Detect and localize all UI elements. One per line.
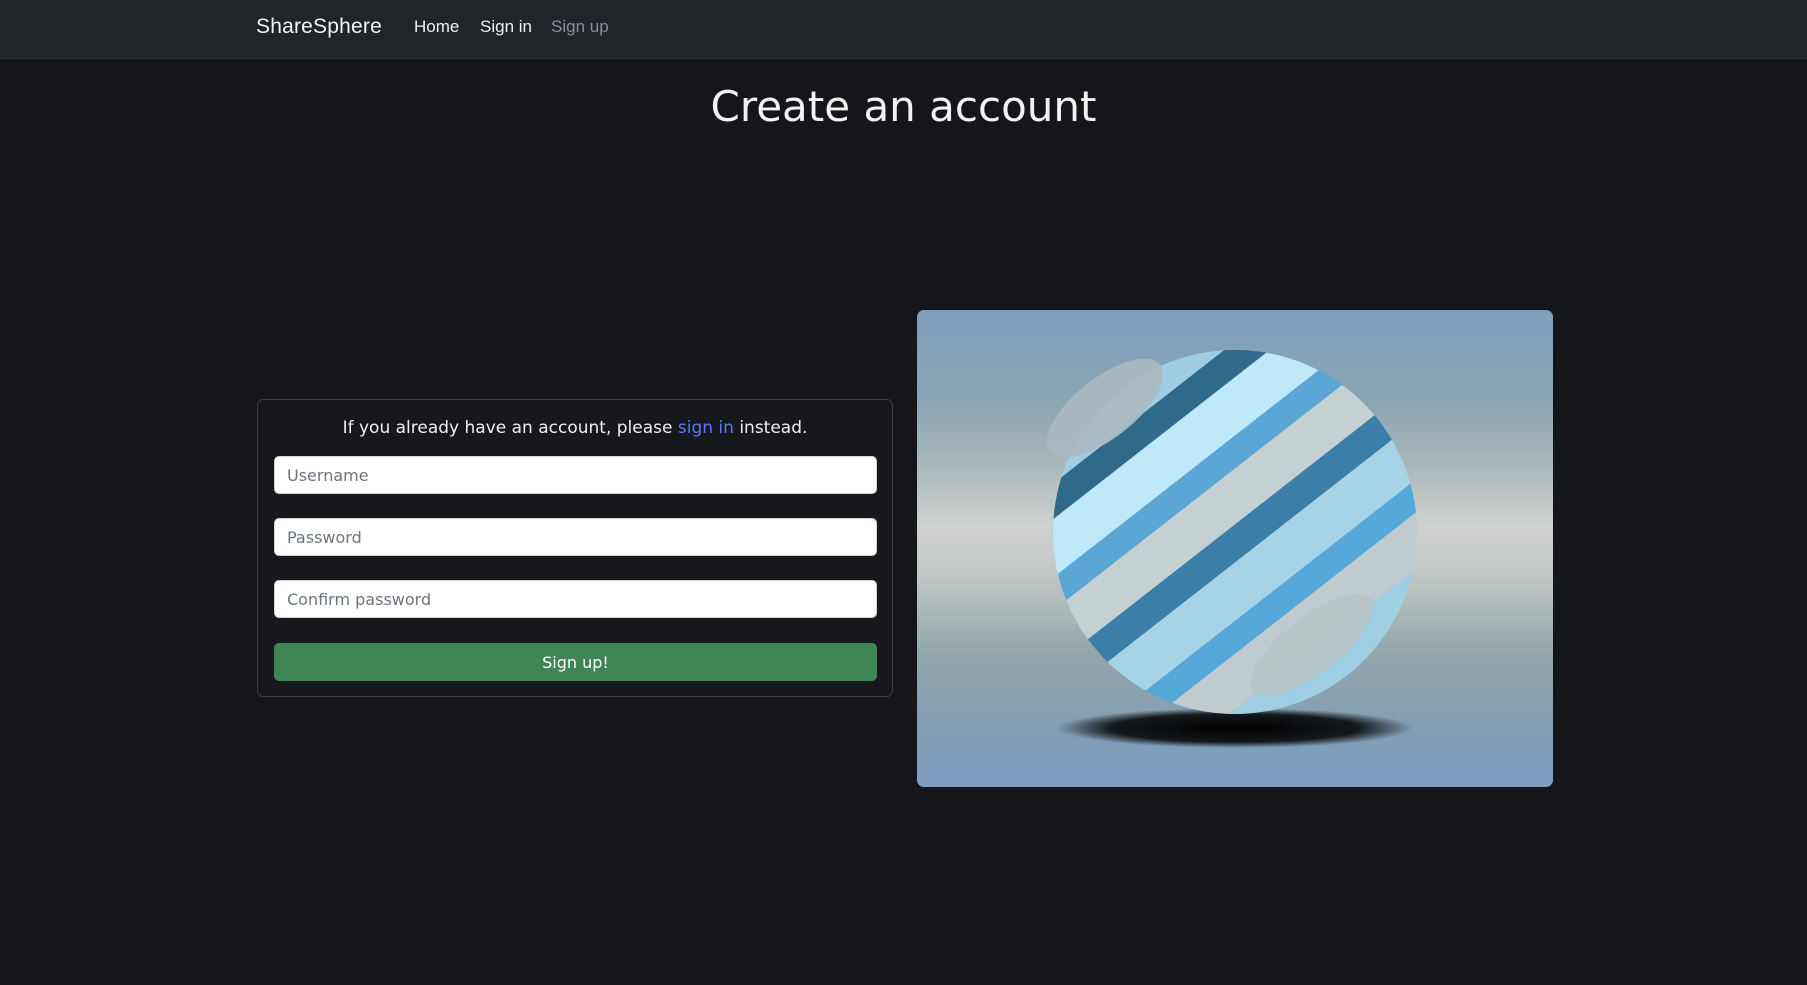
navbar: ShareSphere Home Sign in Sign up — [0, 0, 1807, 59]
password-input[interactable] — [274, 518, 877, 556]
ribbon-sphere-logo-icon — [979, 310, 1491, 787]
hint-prefix: If you already have an account, please — [342, 418, 678, 438]
nav-link-home[interactable]: Home — [414, 17, 459, 37]
hint-suffix: instead. — [733, 418, 808, 438]
confirm-password-input[interactable] — [274, 580, 877, 618]
page-title: Create an account — [710, 82, 1097, 131]
sphere-shadow — [1057, 708, 1413, 748]
signup-form-card: If you already have an account, please s… — [257, 399, 893, 697]
nav-link-sign-in[interactable]: Sign in — [480, 17, 532, 37]
brand-logo[interactable]: ShareSphere — [256, 15, 382, 39]
sign-in-hint: If you already have an account, please s… — [258, 418, 892, 438]
hero-image — [917, 310, 1553, 787]
nav-link-sign-up[interactable]: Sign up — [551, 17, 609, 37]
username-input[interactable] — [274, 456, 877, 494]
sign-up-button[interactable]: Sign up! — [274, 643, 877, 681]
sign-in-link[interactable]: sign in — [678, 418, 734, 438]
